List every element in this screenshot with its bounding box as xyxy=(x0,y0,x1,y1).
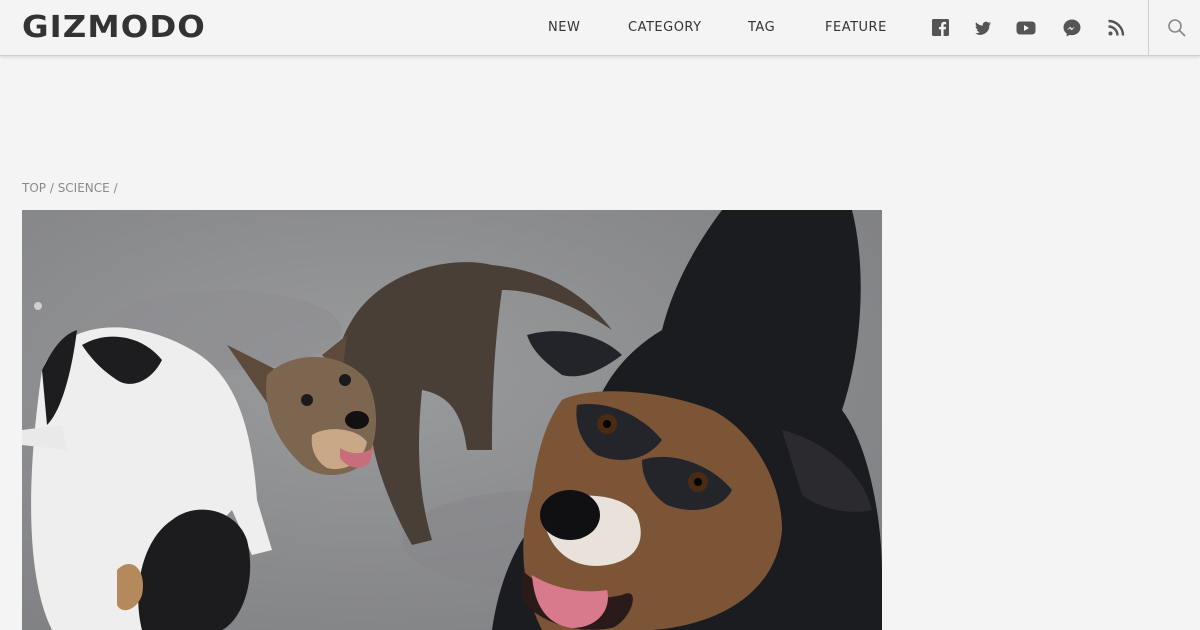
breadcrumb-separator: / xyxy=(46,181,58,195)
site-header: GIZMODO NEW CATEGORY TAG FEATURE xyxy=(0,0,1200,56)
search-button[interactable] xyxy=(1148,0,1200,56)
facebook-icon[interactable] xyxy=(931,18,951,38)
breadcrumb: TOP / SCIENCE / xyxy=(22,180,118,196)
nav-item-feature[interactable]: FEATURE xyxy=(825,19,887,37)
nav-item-tag[interactable]: TAG xyxy=(748,19,775,37)
search-icon xyxy=(1168,19,1186,37)
nav-item-category[interactable]: CATEGORY xyxy=(628,19,702,37)
breadcrumb-trailing: / xyxy=(109,181,118,195)
youtube-icon[interactable] xyxy=(1016,18,1036,38)
nav-item-new[interactable]: NEW xyxy=(548,19,580,37)
rss-icon[interactable] xyxy=(1106,18,1126,38)
hero-image xyxy=(22,210,882,630)
messenger-icon[interactable] xyxy=(1062,18,1082,38)
twitter-icon[interactable] xyxy=(973,18,993,38)
breadcrumb-science[interactable]: SCIENCE xyxy=(58,181,110,195)
breadcrumb-top[interactable]: TOP xyxy=(22,181,46,195)
site-logo[interactable]: GIZMODO xyxy=(22,10,206,46)
